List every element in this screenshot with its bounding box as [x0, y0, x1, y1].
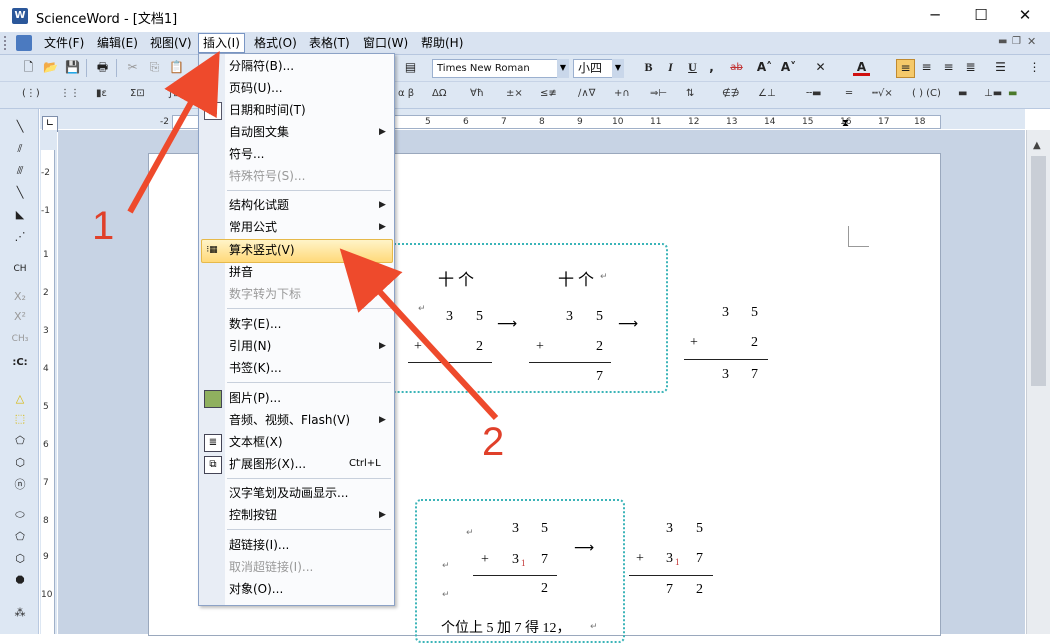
annotation-arrows: [127, 51, 499, 421]
annotation-label-1: 1: [92, 204, 115, 248]
annotation-label-2: 2: [482, 420, 505, 464]
annotation-arrow-1: [127, 51, 220, 214]
annotation-arrow-2: [339, 248, 499, 421]
